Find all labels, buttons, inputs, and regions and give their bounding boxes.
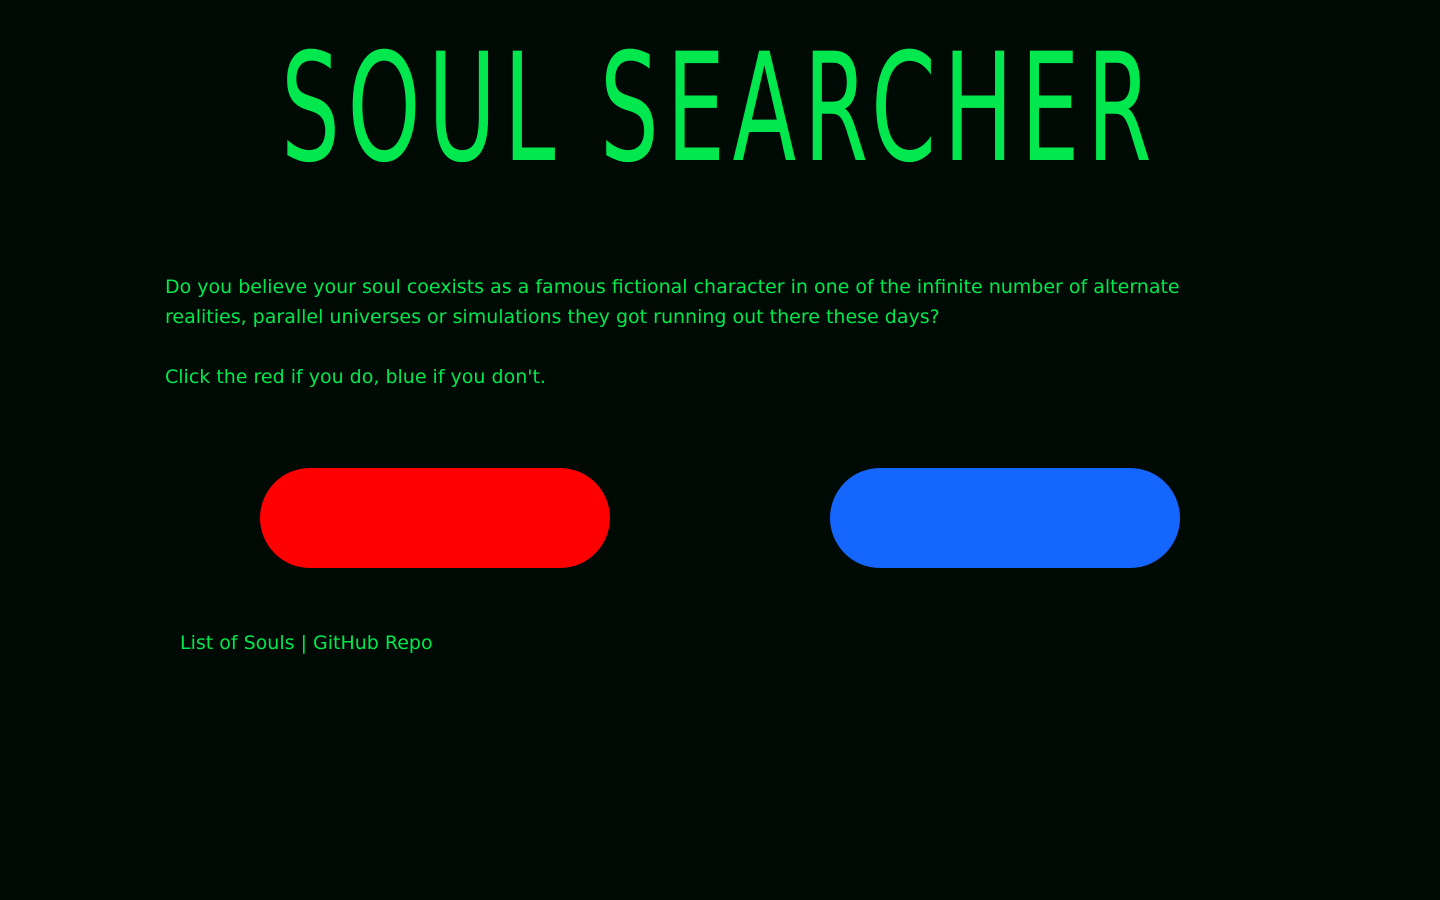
page: SOUL SEARCHER Do you believe your soul c…: [0, 0, 1440, 900]
intro-instruction: Click the red if you do, blue if you don…: [165, 366, 546, 388]
red-pill-button[interactable]: [260, 468, 610, 568]
footer-links: List of Souls | GitHub Repo: [180, 628, 433, 658]
blue-pill-button[interactable]: [830, 468, 1180, 568]
intro-question: Do you believe your soul coexists as a f…: [165, 276, 1180, 328]
github-repo-link[interactable]: GitHub Repo: [313, 632, 433, 654]
list-of-souls-link[interactable]: List of Souls: [180, 632, 295, 654]
page-title: SOUL SEARCHER: [280, 22, 1160, 196]
footer-separator: |: [300, 632, 307, 654]
